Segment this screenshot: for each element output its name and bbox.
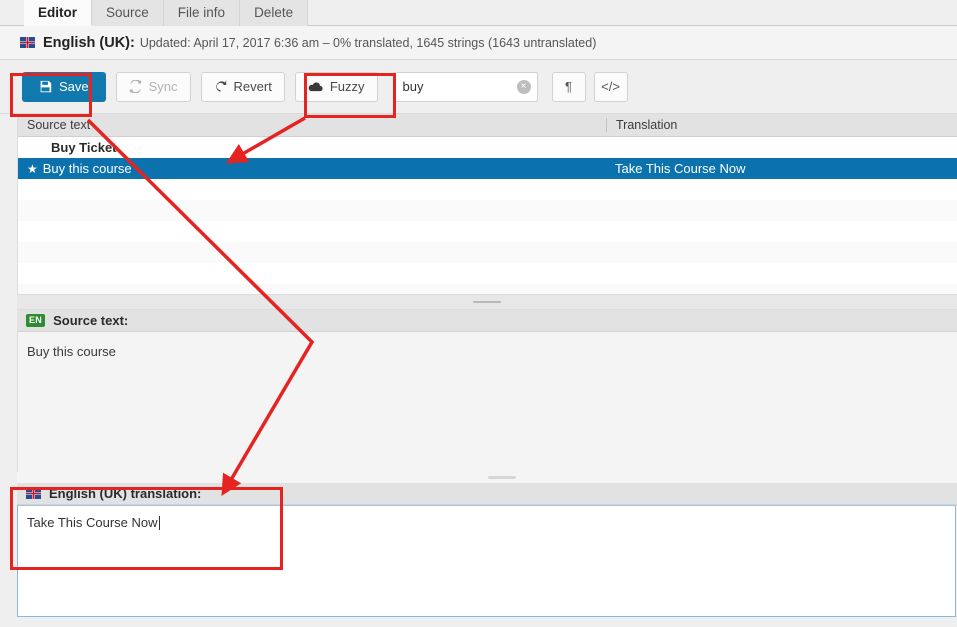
- table-row[interactable]: Buy Ticket: [18, 137, 957, 158]
- table-row[interactable]: [18, 284, 957, 294]
- table-row[interactable]: ★ Buy this course Take This Course Now: [18, 158, 957, 179]
- fuzzy-button[interactable]: Fuzzy: [294, 71, 378, 102]
- strings-list-header: Source text Translation: [18, 114, 957, 137]
- save-button-label: Save: [59, 79, 89, 94]
- search-input[interactable]: [392, 71, 538, 102]
- circular-arrow-icon: [214, 80, 227, 93]
- source-pane-title: Source text:: [53, 313, 129, 328]
- save-button[interactable]: Save: [22, 71, 106, 102]
- star-icon: ★: [27, 161, 38, 176]
- tab-delete[interactable]: Delete: [240, 0, 309, 26]
- tab-source[interactable]: Source: [92, 0, 164, 26]
- refresh-icon: [129, 80, 142, 93]
- row-source-text: Buy Ticket: [51, 140, 117, 155]
- cloud-icon: [308, 81, 323, 93]
- floppy-disk-icon: [39, 80, 52, 93]
- text-cursor: [158, 516, 160, 530]
- tab-editor[interactable]: Editor: [24, 0, 92, 26]
- tab-bar: Editor Source File info Delete: [0, 0, 957, 26]
- language-name: English (UK):: [43, 34, 135, 51]
- translation-pane-title: English (UK) translation:: [49, 486, 202, 501]
- clear-search-icon[interactable]: ×: [516, 79, 531, 94]
- translation-pane-header: English (UK) translation:: [17, 483, 957, 505]
- html-code-button[interactable]: </>: [593, 71, 628, 102]
- column-header-translation[interactable]: Translation: [606, 118, 957, 132]
- language-status-bar: English (UK): Updated: April 17, 2017 6:…: [0, 26, 957, 60]
- table-row[interactable]: [18, 221, 957, 242]
- language-code-badge: EN: [26, 314, 46, 327]
- source-pane-header: EN Source text:: [17, 310, 957, 332]
- column-header-source[interactable]: Source text: [18, 118, 606, 132]
- row-source-text: Buy this course: [42, 161, 132, 176]
- fuzzy-button-label: Fuzzy: [329, 79, 365, 94]
- paragraph-marks-button[interactable]: ¶: [551, 71, 586, 102]
- table-row[interactable]: [18, 200, 957, 221]
- editor-toolbar: Save Sync Revert Fuzzy × ¶ </>: [0, 60, 957, 114]
- table-row[interactable]: [18, 242, 957, 263]
- search-field-wrapper: ×: [392, 71, 538, 102]
- row-source-cell: ★ Buy this course: [18, 161, 606, 176]
- tab-file-info[interactable]: File info: [163, 0, 241, 26]
- translation-input-value: Take This Course Now: [27, 515, 158, 530]
- source-text-display: Buy this course: [17, 332, 957, 472]
- list-splitter[interactable]: [17, 294, 957, 310]
- strings-list: Source text Translation Buy Ticket ★ Buy…: [17, 114, 957, 294]
- row-translation-text: Take This Course Now: [615, 161, 746, 176]
- table-row[interactable]: [18, 179, 957, 200]
- uk-flag-icon: [20, 37, 35, 48]
- source-splitter[interactable]: [17, 472, 957, 483]
- sync-button-label: Sync: [148, 79, 178, 94]
- sync-button[interactable]: Sync: [115, 71, 191, 102]
- revert-button[interactable]: Revert: [200, 71, 285, 102]
- language-status-detail: Updated: April 17, 2017 6:36 am – 0% tra…: [139, 35, 597, 50]
- revert-button-label: Revert: [233, 79, 272, 94]
- table-row[interactable]: [18, 263, 957, 284]
- translation-input[interactable]: Take This Course Now: [17, 505, 956, 617]
- uk-flag-icon: [26, 488, 41, 499]
